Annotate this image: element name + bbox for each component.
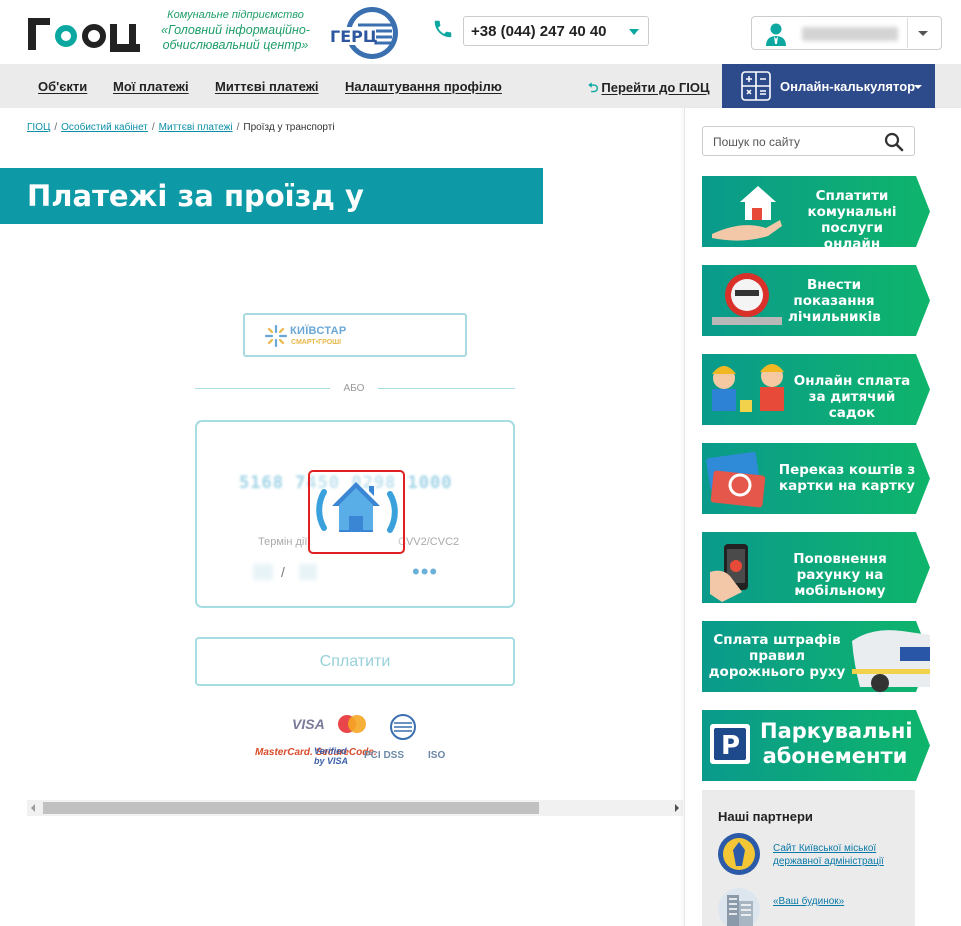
partners-section: Наші партнери Сайт Київської міської дер…	[702, 790, 915, 926]
partner-link-kyiv[interactable]: Сайт Київської міської державної адмініс…	[773, 842, 903, 868]
scroll-left-arrow-icon[interactable]	[31, 804, 35, 812]
org-name: Комунальне підприємство «Головний інформ…	[148, 8, 323, 53]
goto-gioc-link[interactable]: ⮌ Перейти до ГІОЦ	[588, 79, 710, 101]
expiry-separator: /	[281, 564, 285, 580]
calculator-icon	[741, 71, 771, 101]
vash-budynok-logo[interactable]	[717, 887, 761, 926]
gioc-logo-mark	[28, 18, 140, 52]
chevron-down-icon	[914, 85, 922, 89]
online-calculator-button[interactable]: Онлайн-калькулятор	[722, 64, 935, 108]
promo-label: Сплата штрафів правил дорожнього руху	[708, 632, 846, 680]
phone-select[interactable]: +38 (044) 247 40 40	[463, 16, 649, 46]
divider-left	[195, 388, 330, 389]
breadcrumb-sep: /	[236, 122, 240, 133]
nav-objects[interactable]: Об'єкти	[38, 79, 87, 94]
breadcrumb-sep: /	[151, 122, 155, 133]
promo-meters[interactable]: Внести показання лічильників	[702, 265, 930, 336]
payment-logos: VISA MasterCard. SecureCode. Verified by…	[250, 712, 460, 774]
promo-label: Паркувальні абонементи	[760, 719, 913, 768]
nav-instant-payments[interactable]: Миттєві платежі	[215, 79, 319, 94]
phone-icon	[434, 20, 452, 38]
breadcrumb-sep: /	[54, 122, 58, 133]
goto-gioc-label: Перейти до ГІОЦ	[601, 80, 710, 95]
expiry-year-input[interactable]	[299, 564, 317, 580]
return-arrow-icon: ⮌	[588, 80, 599, 95]
breadcrumb-gioc[interactable]: ГІОЦ	[27, 122, 50, 133]
horizontal-scrollbar[interactable]	[27, 800, 683, 816]
promo-utilities[interactable]: Сплатити комунальні послуги онлайн	[702, 176, 930, 252]
page-title: Платежі за проїзд у транспорті	[0, 168, 543, 269]
promo-label: Поповнення рахунку на мобільному	[793, 551, 887, 599]
promo-label: Внести показання лічильників	[788, 277, 881, 325]
iso-logo: ISO	[428, 750, 446, 761]
cvv-input[interactable]: •••	[412, 561, 438, 583]
gerc-logo[interactable]: ГЕРЦ	[328, 5, 400, 61]
promo-mobile-topup[interactable]: Поповнення рахунку на мобільному	[702, 532, 930, 603]
nav-profile-settings[interactable]: Налаштування профілю	[345, 79, 502, 94]
user-menu-divider	[907, 18, 908, 48]
breadcrumb-cabinet[interactable]: Особистий кабінет	[61, 122, 148, 133]
phone-number: +38 (044) 247 40 40	[471, 22, 607, 40]
kyivstar-star-icon	[264, 324, 288, 348]
chevron-down-icon[interactable]	[918, 31, 928, 36]
gioc-logo[interactable]	[26, 12, 144, 52]
divider-right	[378, 388, 515, 389]
home-spinner-icon	[316, 482, 398, 533]
kyivstar-sub-label: СМАРТ•ГРОШІ	[291, 339, 342, 346]
org-line1: Комунальне підприємство	[167, 9, 304, 21]
user-avatar-icon	[766, 23, 786, 46]
scrollbar-thumb[interactable]	[43, 802, 539, 814]
promo-label: Переказ коштів з картки на картку	[778, 462, 916, 494]
parking-p-letter: P	[721, 731, 740, 761]
visa-logo: VISA	[292, 716, 325, 732]
breadcrumb-current: Проїзд у транспорті	[243, 122, 335, 133]
header: Комунальне підприємство «Головний інформ…	[0, 0, 961, 64]
partners-heading: Наші партнери	[718, 809, 813, 824]
promo-kindergarten[interactable]: Онлайн сплата за дитячий садок	[702, 354, 930, 425]
promo-traffic-fines[interactable]: Сплата штрафів правил дорожнього руху	[702, 621, 930, 692]
breadcrumb: ГІОЦ / Особистий кабінет / Миттєві платежі / П…	[27, 122, 335, 133]
breadcrumb-instant-payments[interactable]: Миттєві платежі	[159, 122, 233, 133]
partner-link-vash-budynok[interactable]: «Ваш будинок»	[773, 896, 844, 907]
kyiv-administration-logo[interactable]	[717, 832, 761, 876]
cvv-label: CVV2/CVC2	[398, 536, 460, 548]
expiry-month-input[interactable]	[253, 564, 273, 580]
search-placeholder: Пошук по сайту	[713, 135, 801, 149]
nav-my-payments[interactable]: Мої платежі	[113, 79, 189, 94]
pci-dss-logo: PCI DSS	[364, 750, 405, 761]
or-label: АБО	[343, 383, 365, 394]
promo-label: Сплатити комунальні послуги онлайн	[807, 188, 897, 252]
gerc-logo-text: ГЕРЦ	[330, 27, 378, 46]
scroll-right-arrow-icon[interactable]	[675, 804, 679, 812]
promo-parking[interactable]: P Паркувальні абонементи	[702, 710, 930, 781]
expiry-label: Термін дії	[258, 536, 308, 548]
user-menu[interactable]	[751, 16, 942, 50]
gerc-small-logo	[390, 714, 416, 740]
mastercard-logo	[338, 715, 366, 733]
search-icon[interactable]	[884, 132, 904, 152]
org-line2: «Головний інформаційно-обчислювальний це…	[161, 23, 310, 52]
promo-card-transfer[interactable]: Переказ коштів з картки на картку	[702, 443, 930, 514]
loading-indicator	[308, 470, 405, 554]
promo-label: Онлайн сплата за дитячий садок	[793, 373, 911, 421]
user-name	[802, 27, 898, 41]
kyivstar-label: КИЇВСТАР	[290, 325, 347, 337]
kyivstar-pay-button[interactable]: КИЇВСТАР СМАРТ•ГРОШІ	[243, 313, 467, 357]
online-calculator-label: Онлайн-калькулятор	[780, 78, 916, 94]
pay-button[interactable]: Сплатити	[195, 637, 515, 686]
site-search[interactable]: Пошук по сайту	[702, 126, 915, 156]
chevron-down-icon	[629, 29, 639, 35]
verified-by-visa-logo: Verified by VISA	[314, 746, 349, 766]
